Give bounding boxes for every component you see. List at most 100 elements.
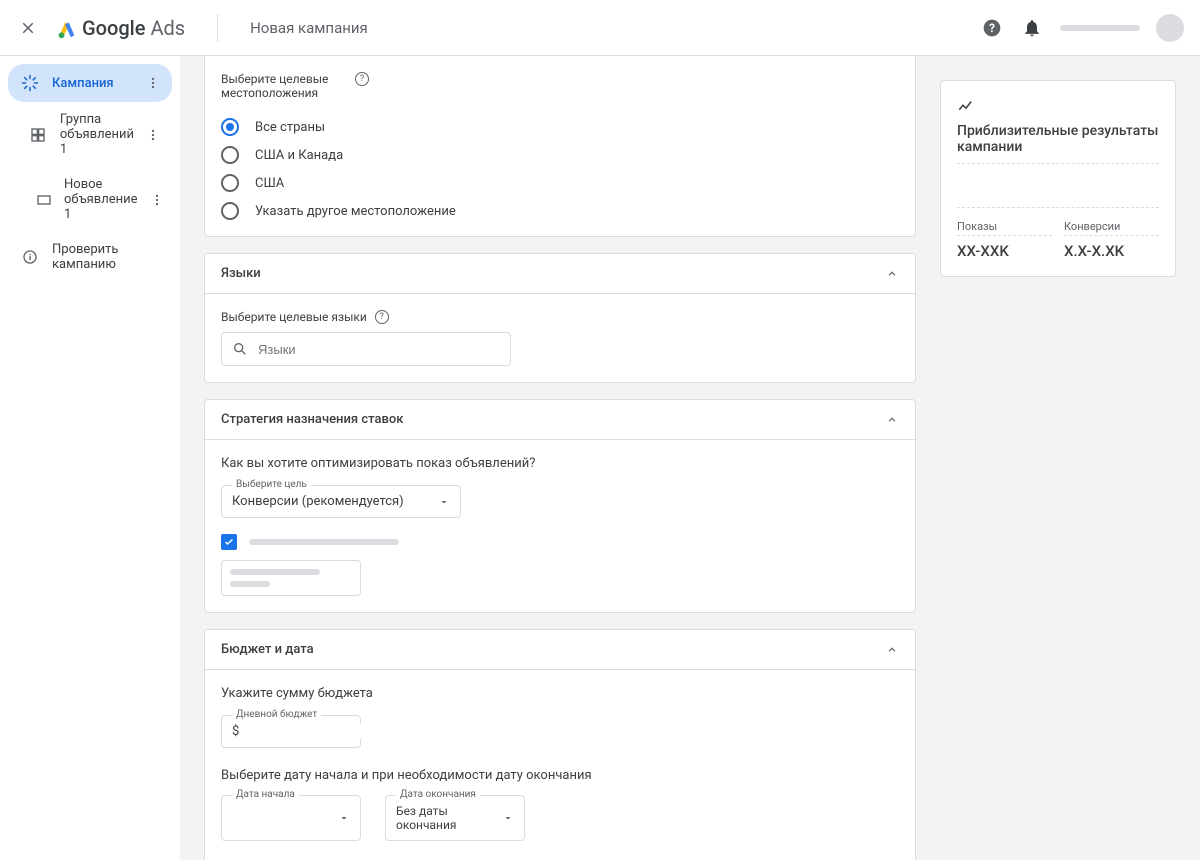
daily-budget-input[interactable]: [243, 724, 419, 739]
radio-all-countries[interactable]: Все страны: [221, 118, 899, 136]
languages-input[interactable]: [258, 342, 500, 357]
help-icon[interactable]: ?: [355, 72, 369, 86]
performance-metrics: Показы XX-XXK Конверсии X.X-X.XK: [957, 220, 1159, 260]
card-header-languages[interactable]: Языки: [205, 254, 915, 294]
logo-text: Google Ads: [82, 16, 185, 40]
sidebar-item-label: Кампания: [52, 76, 134, 91]
app-header: Google Ads Новая кампания ?: [0, 0, 1200, 56]
daily-budget-field[interactable]: Дневной бюджет $: [221, 715, 361, 748]
radio-label: Указать другое местоположение: [255, 204, 456, 219]
info-icon: [20, 249, 40, 265]
radio-us-canada[interactable]: США и Канада: [221, 146, 899, 164]
redacted-line: [230, 569, 320, 575]
card-header-bidding[interactable]: Стратегия назначения ставок: [205, 400, 915, 440]
more-icon[interactable]: [146, 128, 160, 142]
checkbox-label-redacted: [249, 539, 399, 545]
end-date-label: Дата окончания: [396, 789, 480, 800]
card-budget: Бюджет и дата Укажите сумму бюджета Днев…: [204, 629, 916, 860]
currency-symbol: $: [232, 724, 239, 739]
redacted-line: [230, 581, 270, 587]
card-locations: Выберите целевые местоположения ? Все ст…: [204, 56, 916, 237]
radio-input[interactable]: [221, 146, 239, 164]
metric-impressions: Показы XX-XXK: [957, 220, 1052, 260]
sidebar: Кампания Группа объявлений 1: [0, 56, 180, 860]
ads-logo-icon: [56, 17, 78, 39]
card-languages: Языки Выберите целевые языки ?: [204, 253, 916, 383]
sidebar-item-campaign[interactable]: Кампания: [8, 64, 172, 102]
divider: [217, 14, 218, 42]
chevron-up-icon: [885, 267, 899, 281]
bidding-question: Как вы хотите оптимизировать показ объяв…: [221, 456, 899, 471]
budget-amount-label: Укажите сумму бюджета: [221, 686, 899, 701]
section-title: Бюджет и дата: [221, 642, 314, 657]
bidding-checkbox[interactable]: [221, 534, 237, 550]
header-right: ?: [980, 14, 1184, 42]
end-date-value: Без даты окончания: [396, 804, 502, 832]
daily-budget-label: Дневной бюджет: [232, 709, 321, 720]
section-title: Стратегия назначения ставок: [221, 412, 403, 427]
radio-us[interactable]: США: [221, 174, 899, 192]
right-panel: Приблизительные результаты кампании Пока…: [940, 56, 1200, 860]
performance-title: Приблизительные результаты кампании: [957, 123, 1159, 164]
radio-label: США и Канада: [255, 148, 343, 163]
close-button[interactable]: [16, 16, 40, 40]
avatar[interactable]: [1156, 14, 1184, 42]
goal-select-label: Выберите цель: [232, 479, 311, 490]
section-title: Языки: [221, 266, 261, 281]
metric-value: X.X-X.XK: [1064, 242, 1159, 260]
chevron-down-icon: [438, 496, 450, 508]
notifications-icon[interactable]: [1020, 16, 1044, 40]
end-date-field[interactable]: Дата окончания Без даты окончания: [385, 795, 525, 841]
sidebar-item-label: Группа объявлений 1: [60, 112, 134, 157]
radio-input[interactable]: [221, 202, 239, 220]
locations-radio-group: Все страны США и Канада США Указать друг…: [221, 118, 899, 220]
metric-conversions: Конверсии X.X-X.XK: [1064, 220, 1159, 260]
page-title: Новая кампания: [250, 19, 368, 37]
radio-input[interactable]: [221, 118, 239, 136]
goal-select[interactable]: Выберите цель Конверсии (рекомендуется): [221, 485, 461, 518]
performance-card: Приблизительные результаты кампании Пока…: [940, 80, 1176, 277]
campaign-icon: [20, 74, 40, 92]
main: Кампания Группа объявлений 1: [0, 56, 1200, 860]
card-bidding: Стратегия назначения ставок Как вы хотит…: [204, 399, 916, 613]
account-label-redacted: [1060, 25, 1140, 31]
radio-input[interactable]: [221, 174, 239, 192]
sidebar-item-ad[interactable]: Новое объявление 1: [24, 167, 172, 232]
sidebar-item-review[interactable]: Проверить кампанию: [8, 232, 172, 282]
radio-other-location[interactable]: Указать другое местоположение: [221, 202, 899, 220]
sidebar-item-label: Проверить кампанию: [52, 242, 160, 272]
locations-label: Выберите целевые местоположения: [221, 72, 331, 100]
metric-value: XX-XXK: [957, 242, 1052, 260]
google-ads-logo: Google Ads: [56, 16, 185, 40]
header-left: Google Ads Новая кампания: [16, 14, 368, 42]
chevron-down-icon: [338, 812, 350, 824]
performance-chart-icon: [957, 97, 1159, 115]
card-header-budget[interactable]: Бюджет и дата: [205, 630, 915, 670]
start-date-label: Дата начала: [232, 789, 299, 800]
dates-label: Выберите дату начала и при необходимости…: [221, 768, 899, 783]
metric-label: Показы: [957, 220, 1052, 236]
bidding-extra-box: [221, 560, 361, 596]
radio-label: Все страны: [255, 120, 325, 135]
chevron-down-icon: [502, 812, 514, 824]
start-date-field[interactable]: Дата начала: [221, 795, 361, 841]
ad-icon: [36, 192, 52, 208]
performance-chart-placeholder: [957, 176, 1159, 208]
goal-select-value: Конверсии (рекомендуется): [232, 494, 404, 509]
more-icon[interactable]: [150, 193, 164, 207]
svg-text:?: ?: [989, 21, 995, 35]
languages-search[interactable]: [221, 332, 511, 366]
chevron-up-icon: [885, 413, 899, 427]
help-icon[interactable]: ?: [980, 16, 1004, 40]
search-icon: [232, 341, 248, 357]
sidebar-item-adgroup[interactable]: Группа объявлений 1: [16, 102, 172, 167]
chevron-up-icon: [885, 643, 899, 657]
content: Выберите целевые местоположения ? Все ст…: [180, 56, 940, 860]
radio-label: США: [255, 176, 284, 191]
sidebar-item-label: Новое объявление 1: [64, 177, 138, 222]
metric-label: Конверсии: [1064, 220, 1159, 236]
more-icon[interactable]: [146, 76, 160, 90]
help-icon[interactable]: ?: [375, 310, 389, 324]
bidding-checkbox-row: [221, 534, 899, 550]
adgroup-icon: [28, 127, 48, 143]
